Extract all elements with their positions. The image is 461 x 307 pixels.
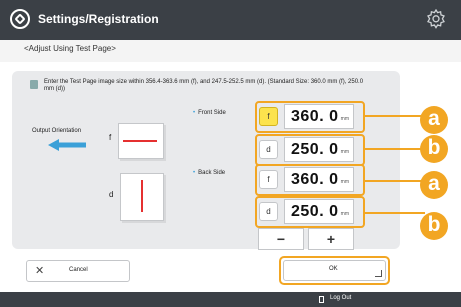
- ok-button[interactable]: OK: [283, 260, 386, 281]
- logout-icon: [319, 296, 324, 303]
- cancel-label: Cancel: [69, 267, 88, 273]
- callout-badge-b: b: [420, 135, 448, 163]
- callout-badge-a: a: [420, 171, 448, 199]
- instruction-text: Enter the Test Page image size within 35…: [44, 79, 364, 92]
- settings-logo-icon: [10, 9, 30, 29]
- f-diagram-label: f: [109, 133, 112, 142]
- callout-connector: [365, 115, 425, 117]
- back-f-key[interactable]: f: [259, 170, 278, 189]
- breadcrumb-text: <Adjust Using Test Page>: [24, 44, 116, 53]
- decrement-button[interactable]: −: [258, 228, 304, 250]
- front-d-field[interactable]: 250. 0 mm: [284, 137, 354, 162]
- d-diagram-label: d: [109, 190, 114, 199]
- f-guide-line: [123, 140, 157, 142]
- back-f-value: 360. 0: [291, 171, 339, 188]
- info-icon: [30, 80, 38, 89]
- front-f-field[interactable]: 360. 0 mm: [284, 104, 354, 129]
- corner-mark-icon: [375, 270, 382, 277]
- back-f-unit: mm: [340, 179, 349, 185]
- breadcrumb: <Adjust Using Test Page>: [0, 40, 461, 62]
- cancel-button[interactable]: ✕ Cancel: [26, 260, 130, 282]
- callout-badge-a: a: [420, 106, 448, 134]
- footer-bar: [0, 292, 461, 307]
- output-orientation-label: Output Orientation: [32, 128, 82, 134]
- callout-connector: [365, 148, 425, 150]
- back-d-field[interactable]: 250. 0 mm: [284, 199, 354, 224]
- callout-connector: [365, 212, 425, 214]
- back-f-field[interactable]: 360. 0 mm: [284, 167, 354, 192]
- front-d-key[interactable]: d: [259, 140, 278, 159]
- close-icon: ✕: [35, 265, 45, 277]
- callout-badge-b: b: [420, 212, 448, 240]
- callout-connector: [365, 180, 425, 182]
- ok-label: OK: [329, 266, 338, 272]
- back-page-diagram: d: [109, 173, 164, 221]
- front-f-value: 360. 0: [291, 108, 339, 125]
- logout-label: Log Out: [330, 295, 352, 301]
- front-d-unit: mm: [340, 149, 349, 155]
- front-d-value: 250. 0: [291, 141, 339, 158]
- back-d-value: 250. 0: [291, 203, 339, 220]
- gear-icon[interactable]: [426, 9, 446, 29]
- front-page-diagram: f: [109, 123, 164, 159]
- increment-button[interactable]: +: [308, 228, 354, 250]
- left-arrow-icon: [48, 139, 86, 151]
- back-d-unit: mm: [340, 211, 349, 217]
- page-title: Settings/Registration: [38, 12, 159, 26]
- front-f-unit: mm: [340, 116, 349, 122]
- d-guide-line: [141, 180, 143, 212]
- back-d-key[interactable]: d: [259, 202, 278, 221]
- back-side-label: Back Side: [193, 170, 225, 176]
- front-side-label: Front Side: [193, 110, 226, 116]
- title-bar: Settings/Registration: [0, 0, 461, 40]
- logout-button[interactable]: Log Out: [319, 295, 363, 305]
- front-f-key[interactable]: f: [259, 107, 278, 126]
